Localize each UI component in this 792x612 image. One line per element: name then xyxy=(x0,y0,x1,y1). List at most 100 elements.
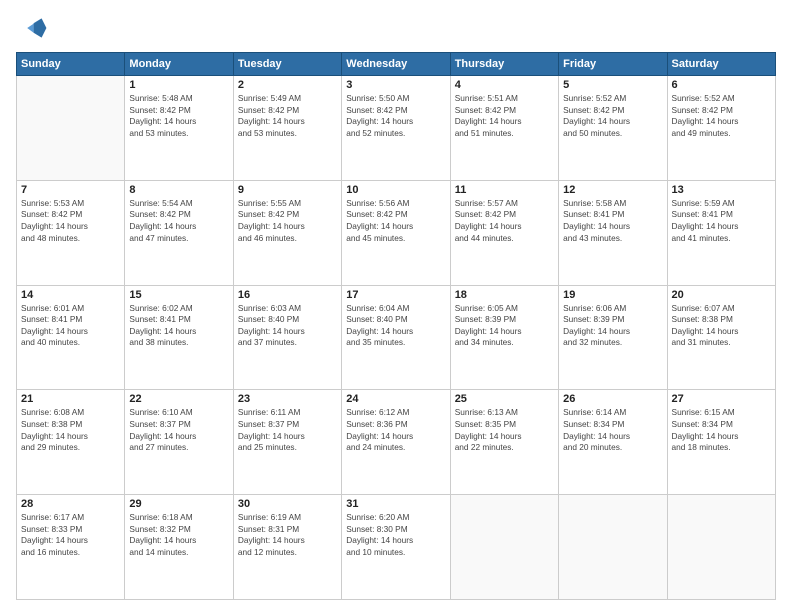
calendar-cell: 28 Sunrise: 6:17 AM Sunset: 8:33 PM Dayli… xyxy=(17,495,125,600)
calendar-cell: 13 Sunrise: 5:59 AM Sunset: 8:41 PM Dayli… xyxy=(667,180,775,285)
calendar-cell: 24Sunrise: 6:12 AM Sunset: 8:36 PM Dayli… xyxy=(342,390,450,495)
day-info: Sunrise: 6:11 AM Sunset: 8:37 PM Dayligh… xyxy=(238,407,337,453)
day-number: 26 xyxy=(563,393,662,405)
day-info: Sunrise: 5:53 AM Sunset: 8:42 PM Dayligh… xyxy=(21,198,120,244)
calendar-cell: 3Sunrise: 5:50 AM Sunset: 8:42 PM Daylig… xyxy=(342,76,450,181)
day-number: 19 xyxy=(563,289,662,301)
calendar-week-2: 14Sunrise: 6:01 AM Sunset: 8:41 PM Dayli… xyxy=(17,285,776,390)
day-number: 4 xyxy=(455,79,554,91)
calendar-cell: 7Sunrise: 5:53 AM Sunset: 8:42 PM Daylig… xyxy=(17,180,125,285)
day-number: 22 xyxy=(129,393,228,405)
day-info: Sunrise: 6:19 AM Sunset: 8:31 PM Dayligh… xyxy=(238,512,337,558)
day-info: Sunrise: 6:05 AM Sunset: 8:39 PM Dayligh… xyxy=(455,303,554,349)
day-number: 23 xyxy=(238,393,337,405)
day-number: 24 xyxy=(346,393,445,405)
calendar-body: 1 Sunrise: 5:48 AM Sunset: 8:42 PM Daylig… xyxy=(17,76,776,600)
day-info: Sunrise: 6:15 AM Sunset: 8:34 PM Dayligh… xyxy=(672,407,771,453)
calendar-week-4: 28 Sunrise: 6:17 AM Sunset: 8:33 PM Dayli… xyxy=(17,495,776,600)
weekday-header-wednesday: Wednesday xyxy=(342,53,450,76)
day-info: Sunrise: 6:20 AM Sunset: 8:30 PM Dayligh… xyxy=(346,512,445,558)
day-number: 14 xyxy=(21,289,120,301)
weekday-header-tuesday: Tuesday xyxy=(233,53,341,76)
day-number: 6 xyxy=(672,79,771,91)
calendar-cell: 23 Sunrise: 6:11 AM Sunset: 8:37 PM Dayli… xyxy=(233,390,341,495)
day-info: Sunrise: 6:02 AM Sunset: 8:41 PM Dayligh… xyxy=(129,303,228,349)
logo xyxy=(16,12,52,44)
day-info: Sunrise: 5:57 AM Sunset: 8:42 PM Dayligh… xyxy=(455,198,554,244)
calendar-cell: 15 Sunrise: 6:02 AM Sunset: 8:41 PM Dayli… xyxy=(125,285,233,390)
calendar-cell: 20 Sunrise: 6:07 AM Sunset: 8:38 PM Dayli… xyxy=(667,285,775,390)
calendar-cell: 25 Sunrise: 6:13 AM Sunset: 8:35 PM Dayli… xyxy=(450,390,558,495)
day-info: Sunrise: 6:13 AM Sunset: 8:35 PM Dayligh… xyxy=(455,407,554,453)
calendar-cell: 17Sunrise: 6:04 AM Sunset: 8:40 PM Dayli… xyxy=(342,285,450,390)
weekday-header-friday: Friday xyxy=(559,53,667,76)
calendar-week-1: 7Sunrise: 5:53 AM Sunset: 8:42 PM Daylig… xyxy=(17,180,776,285)
day-number: 10 xyxy=(346,184,445,196)
calendar-cell: 29 Sunrise: 6:18 AM Sunset: 8:32 PM Dayli… xyxy=(125,495,233,600)
day-number: 1 xyxy=(129,79,228,91)
weekday-header-thursday: Thursday xyxy=(450,53,558,76)
day-number: 31 xyxy=(346,498,445,510)
calendar-cell xyxy=(667,495,775,600)
weekday-header-sunday: Sunday xyxy=(17,53,125,76)
day-number: 16 xyxy=(238,289,337,301)
day-info: Sunrise: 5:52 AM Sunset: 8:42 PM Dayligh… xyxy=(563,93,662,139)
day-info: Sunrise: 5:55 AM Sunset: 8:42 PM Dayligh… xyxy=(238,198,337,244)
day-info: Sunrise: 5:54 AM Sunset: 8:42 PM Dayligh… xyxy=(129,198,228,244)
day-number: 28 xyxy=(21,498,120,510)
day-number: 29 xyxy=(129,498,228,510)
calendar-week-3: 21Sunrise: 6:08 AM Sunset: 8:38 PM Dayli… xyxy=(17,390,776,495)
calendar-cell: 26 Sunrise: 6:14 AM Sunset: 8:34 PM Dayli… xyxy=(559,390,667,495)
calendar-cell: 6 Sunrise: 5:52 AM Sunset: 8:42 PM Daylig… xyxy=(667,76,775,181)
day-info: Sunrise: 6:14 AM Sunset: 8:34 PM Dayligh… xyxy=(563,407,662,453)
calendar-cell: 4 Sunrise: 5:51 AM Sunset: 8:42 PM Daylig… xyxy=(450,76,558,181)
day-info: Sunrise: 6:18 AM Sunset: 8:32 PM Dayligh… xyxy=(129,512,228,558)
calendar-cell: 19 Sunrise: 6:06 AM Sunset: 8:39 PM Dayli… xyxy=(559,285,667,390)
calendar-cell: 10Sunrise: 5:56 AM Sunset: 8:42 PM Dayli… xyxy=(342,180,450,285)
day-number: 9 xyxy=(238,184,337,196)
calendar-cell: 9 Sunrise: 5:55 AM Sunset: 8:42 PM Daylig… xyxy=(233,180,341,285)
day-number: 3 xyxy=(346,79,445,91)
calendar-cell: 1 Sunrise: 5:48 AM Sunset: 8:42 PM Daylig… xyxy=(125,76,233,181)
day-info: Sunrise: 5:51 AM Sunset: 8:42 PM Dayligh… xyxy=(455,93,554,139)
day-number: 11 xyxy=(455,184,554,196)
day-number: 21 xyxy=(21,393,120,405)
day-info: Sunrise: 6:06 AM Sunset: 8:39 PM Dayligh… xyxy=(563,303,662,349)
day-number: 25 xyxy=(455,393,554,405)
page: SundayMondayTuesdayWednesdayThursdayFrid… xyxy=(0,0,792,612)
day-info: Sunrise: 5:59 AM Sunset: 8:41 PM Dayligh… xyxy=(672,198,771,244)
calendar-cell xyxy=(450,495,558,600)
calendar-cell xyxy=(559,495,667,600)
calendar-cell: 21Sunrise: 6:08 AM Sunset: 8:38 PM Dayli… xyxy=(17,390,125,495)
calendar-cell xyxy=(17,76,125,181)
day-info: Sunrise: 5:48 AM Sunset: 8:42 PM Dayligh… xyxy=(129,93,228,139)
day-number: 13 xyxy=(672,184,771,196)
calendar-cell: 30 Sunrise: 6:19 AM Sunset: 8:31 PM Dayli… xyxy=(233,495,341,600)
calendar-cell: 27 Sunrise: 6:15 AM Sunset: 8:34 PM Dayli… xyxy=(667,390,775,495)
day-number: 18 xyxy=(455,289,554,301)
day-number: 8 xyxy=(129,184,228,196)
calendar-cell: 18 Sunrise: 6:05 AM Sunset: 8:39 PM Dayli… xyxy=(450,285,558,390)
day-info: Sunrise: 6:03 AM Sunset: 8:40 PM Dayligh… xyxy=(238,303,337,349)
day-number: 5 xyxy=(563,79,662,91)
day-info: Sunrise: 6:04 AM Sunset: 8:40 PM Dayligh… xyxy=(346,303,445,349)
day-number: 27 xyxy=(672,393,771,405)
day-number: 20 xyxy=(672,289,771,301)
header xyxy=(16,12,776,44)
day-info: Sunrise: 5:52 AM Sunset: 8:42 PM Dayligh… xyxy=(672,93,771,139)
calendar-header-row: SundayMondayTuesdayWednesdayThursdayFrid… xyxy=(17,53,776,76)
calendar-cell: 22Sunrise: 6:10 AM Sunset: 8:37 PM Dayli… xyxy=(125,390,233,495)
calendar-cell: 2Sunrise: 5:49 AM Sunset: 8:42 PM Daylig… xyxy=(233,76,341,181)
day-number: 15 xyxy=(129,289,228,301)
day-info: Sunrise: 6:07 AM Sunset: 8:38 PM Dayligh… xyxy=(672,303,771,349)
day-number: 2 xyxy=(238,79,337,91)
calendar-cell: 12 Sunrise: 5:58 AM Sunset: 8:41 PM Dayli… xyxy=(559,180,667,285)
calendar-cell: 14Sunrise: 6:01 AM Sunset: 8:41 PM Dayli… xyxy=(17,285,125,390)
day-info: Sunrise: 5:58 AM Sunset: 8:41 PM Dayligh… xyxy=(563,198,662,244)
day-number: 12 xyxy=(563,184,662,196)
weekday-header-saturday: Saturday xyxy=(667,53,775,76)
day-number: 30 xyxy=(238,498,337,510)
calendar-cell: 16 Sunrise: 6:03 AM Sunset: 8:40 PM Dayli… xyxy=(233,285,341,390)
calendar-week-0: 1 Sunrise: 5:48 AM Sunset: 8:42 PM Daylig… xyxy=(17,76,776,181)
day-info: Sunrise: 6:17 AM Sunset: 8:33 PM Dayligh… xyxy=(21,512,120,558)
